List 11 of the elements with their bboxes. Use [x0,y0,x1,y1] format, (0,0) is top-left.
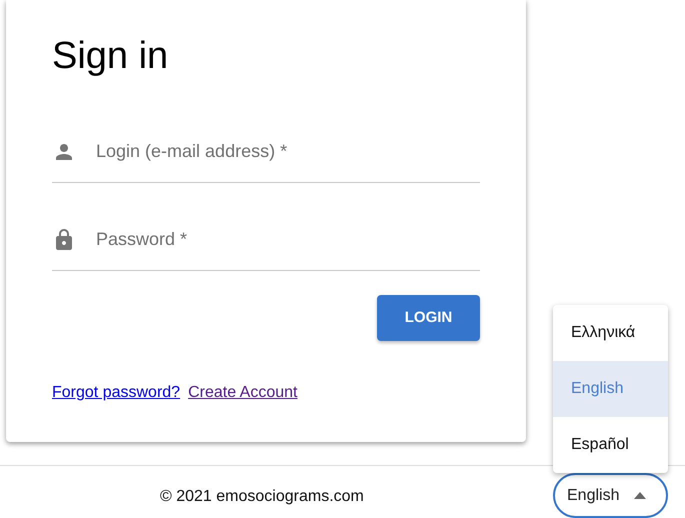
password-field[interactable]: Password * [94,225,480,254]
language-option[interactable]: Ελληνικά [553,305,668,361]
link[interactable]: Forgot password? [52,380,180,405]
select-value: English [567,486,620,506]
language-option[interactable]: Español [553,417,668,473]
copyright-text: © 2021 emosociograms.com [160,487,364,507]
link[interactable]: Create Account [188,380,298,405]
login-button[interactable]: LOGIN [377,294,480,341]
login-field[interactable]: Login (e-mail address) * [94,137,480,166]
language-select[interactable]: English [553,473,668,518]
sign-in-title: Sign in [52,36,170,78]
